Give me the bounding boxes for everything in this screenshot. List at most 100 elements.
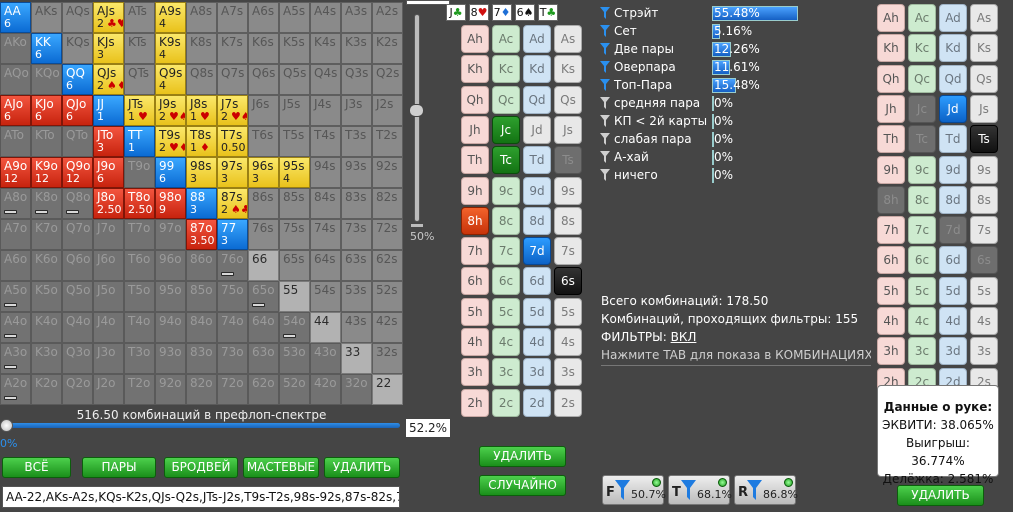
range-cell[interactable]: QQ 6 [62, 64, 93, 95]
range-cell[interactable]: K5o [31, 281, 62, 312]
range-cell[interactable]: 65s [279, 250, 310, 281]
board-card[interactable]: 7♦ [492, 3, 512, 21]
range-cell[interactable]: J5o [93, 281, 124, 312]
range-cell[interactable]: 53o [279, 343, 310, 374]
range-cell[interactable]: K3s [341, 33, 372, 64]
range-cell[interactable]: J9s2♥♠ [155, 95, 186, 126]
card-9s[interactable]: 9s [970, 155, 998, 184]
random-cards-button[interactable]: СЛУЧАЙНО [479, 475, 566, 496]
card-jh[interactable]: Jh [461, 115, 489, 144]
range-cell[interactable]: 93o [155, 343, 186, 374]
range-cell[interactable]: J9o 6 [93, 157, 124, 188]
range-cell[interactable]: Q3s [341, 64, 372, 95]
range-cell[interactable]: 97s 3 [217, 157, 248, 188]
card-6d[interactable]: 6d [939, 246, 967, 275]
card-tc[interactable]: Tc [492, 146, 520, 175]
card-2s[interactable]: 2s [554, 388, 582, 417]
card-4s[interactable]: 4s [554, 328, 582, 356]
range-cell[interactable]: J5s [279, 95, 310, 126]
range-cell[interactable]: KTs [124, 33, 155, 64]
range-cell[interactable]: T5o [124, 281, 155, 312]
range-cell[interactable]: 76s [248, 219, 279, 250]
range-cell[interactable]: 87o 3.50 [186, 219, 217, 250]
range-cell[interactable]: T7o [124, 219, 155, 250]
range-cell[interactable]: A7s [217, 2, 248, 33]
card-5s[interactable]: 5s [970, 276, 998, 305]
range-cell[interactable]: Q5o [62, 281, 93, 312]
card-8d[interactable]: 8d [939, 185, 967, 214]
range-cell[interactable]: QTs [124, 64, 155, 95]
range-slider-track[interactable] [2, 423, 400, 428]
card-5d[interactable]: 5d [523, 297, 551, 326]
card-ac[interactable]: Ac [492, 25, 520, 53]
card-kc[interactable]: Kc [908, 34, 936, 63]
stat-row[interactable]: ничего 0% [600, 167, 840, 185]
range-cell[interactable]: 85o [186, 281, 217, 312]
select-all-button[interactable]: ВСЁ [2, 457, 71, 478]
range-cell[interactable]: 65o [248, 281, 279, 312]
range-cell[interactable]: 54o [279, 312, 310, 343]
card-9c[interactable]: 9c [492, 176, 520, 205]
range-cell[interactable]: 85s [279, 188, 310, 219]
card-9h[interactable]: 9h [461, 176, 489, 205]
range-cell[interactable]: KJs 3 [93, 33, 124, 64]
range-cell[interactable]: A7o [0, 219, 31, 250]
range-cell[interactable]: 66 [248, 250, 279, 281]
range-cell[interactable]: T4s [310, 126, 341, 157]
delete-cards-button[interactable]: УДАЛИТЬ [479, 446, 566, 467]
range-cell[interactable]: 63s [341, 250, 372, 281]
card-ts[interactable]: Ts [554, 146, 582, 175]
range-cell[interactable]: JTo 3 [93, 126, 124, 157]
range-cell[interactable]: 87s2♠♣ [217, 188, 248, 219]
card-4d[interactable]: 4d [939, 307, 967, 335]
range-cell[interactable]: K8s [186, 33, 217, 64]
card-td[interactable]: Td [939, 125, 967, 154]
stat-row[interactable]: Две пары 12.26% [600, 41, 840, 59]
card-ts[interactable]: Ts [970, 125, 998, 154]
stat-row[interactable]: средняя пара 0% [600, 95, 840, 113]
card-qh[interactable]: Qh [461, 85, 489, 114]
range-cell[interactable]: K8o [31, 188, 62, 219]
card-jd[interactable]: Jd [939, 94, 967, 123]
range-cell[interactable]: 83s [341, 188, 372, 219]
card-as[interactable]: As [970, 4, 998, 32]
range-cell[interactable]: A5o [0, 281, 31, 312]
card-3c[interactable]: 3c [492, 358, 520, 387]
card-6d[interactable]: 6d [523, 267, 551, 296]
range-cell[interactable]: Q8s [186, 64, 217, 95]
card-as[interactable]: As [554, 25, 582, 53]
card-7d[interactable]: 7d [939, 216, 967, 245]
range-cell[interactable]: A4o [0, 312, 31, 343]
card-4h[interactable]: 4h [461, 328, 489, 356]
range-cell[interactable]: 75o [217, 281, 248, 312]
range-cell[interactable]: JJ 1 [93, 95, 124, 126]
range-cell[interactable]: AA 6 [0, 2, 31, 33]
range-cell[interactable]: 99 6 [155, 157, 186, 188]
range-text-input[interactable]: AA-22,AKs-A2s,KQs-K2s,QJs-Q2s,JTs-J2s,T9… [2, 486, 400, 508]
range-cell[interactable]: K6o [31, 250, 62, 281]
range-cell[interactable]: J4s [310, 95, 341, 126]
board-card[interactable]: T♣ [538, 3, 558, 21]
card-6h[interactable]: 6h [461, 267, 489, 296]
card-3h[interactable]: 3h [877, 337, 905, 366]
range-cell[interactable]: 83o [186, 343, 217, 374]
card-kd[interactable]: Kd [939, 34, 967, 63]
card-5h[interactable]: 5h [461, 297, 489, 326]
card-8h[interactable]: 8h [877, 185, 905, 214]
range-cell[interactable]: T8o 2.50 [124, 188, 155, 219]
card-9d[interactable]: 9d [523, 176, 551, 205]
range-cell[interactable]: 72s [372, 219, 403, 250]
range-cell[interactable]: K4o [31, 312, 62, 343]
range-cell[interactable]: K7o [31, 219, 62, 250]
range-cell[interactable]: A6s [248, 2, 279, 33]
range-slider-thumb[interactable] [0, 419, 13, 432]
range-cell[interactable]: 33 [341, 343, 372, 374]
range-cell[interactable]: Q5s [279, 64, 310, 95]
filter-f-button[interactable]: F 50.7% [602, 475, 666, 505]
range-cell[interactable]: K9o 12 [31, 157, 62, 188]
range-cell[interactable]: 95o [155, 281, 186, 312]
card-qh[interactable]: Qh [877, 64, 905, 93]
range-cell[interactable]: 32s [372, 343, 403, 374]
card-7h[interactable]: 7h [461, 237, 489, 266]
range-cell[interactable]: 74o [217, 312, 248, 343]
